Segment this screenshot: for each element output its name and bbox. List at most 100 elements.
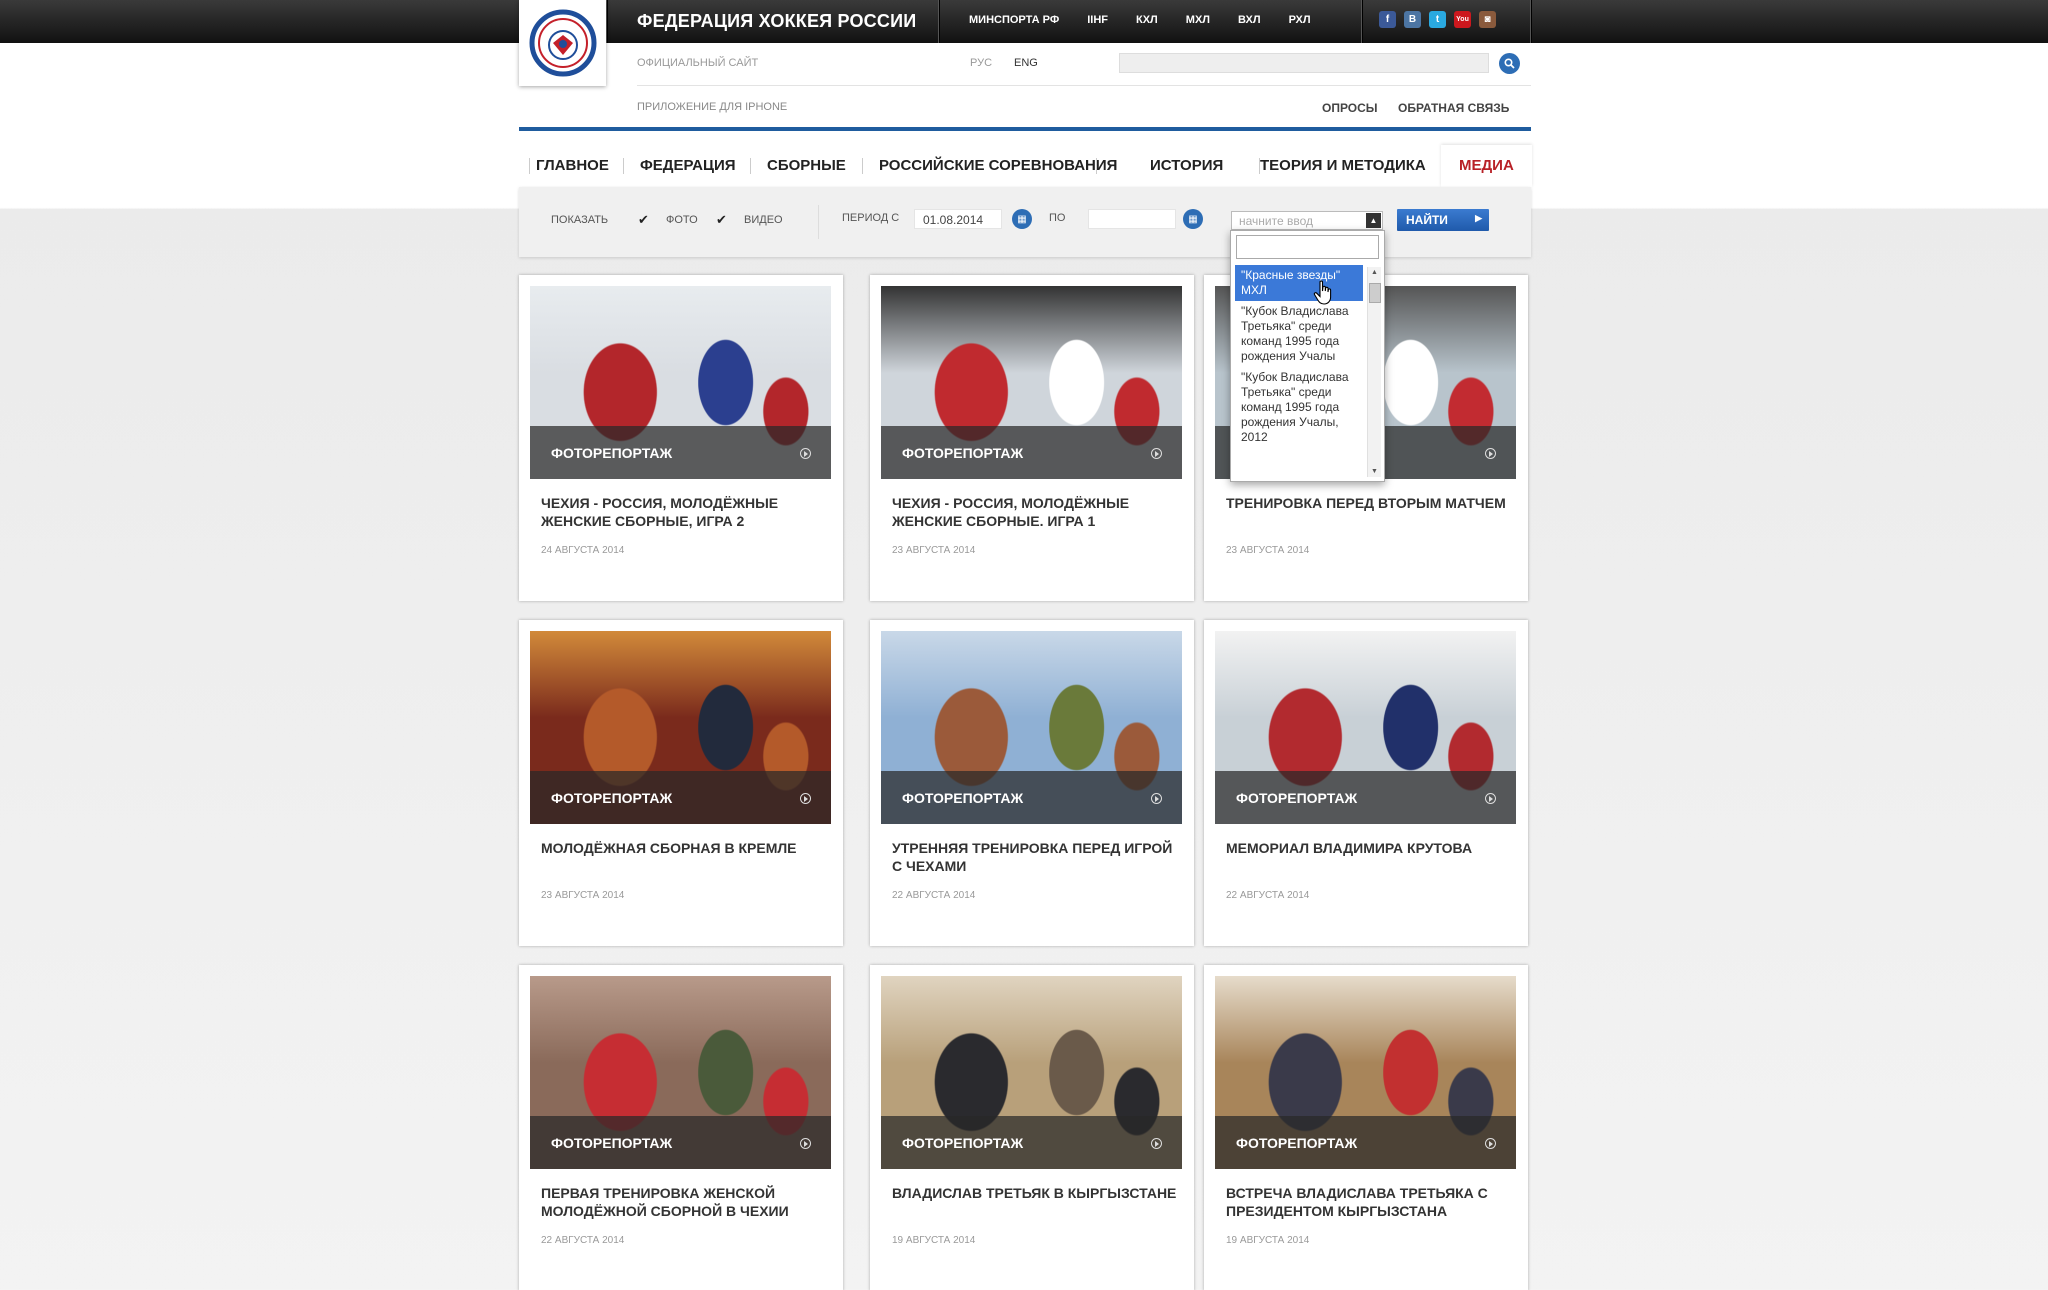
media-card[interactable]: ФОТОРЕПОРТАЖ УТРЕННЯЯ ТРЕНИРОВКА ПЕРЕД И… (870, 620, 1194, 946)
card-title[interactable]: МОЛОДЁЖНАЯ СБОРНАЯ В КРЕМЛЕ (541, 839, 826, 857)
instagram-icon[interactable]: ◙ (1479, 11, 1496, 28)
play-icon[interactable] (1485, 793, 1496, 804)
dropdown-search-input[interactable] (1236, 235, 1379, 259)
search-input[interactable] (1119, 53, 1489, 73)
card-title[interactable]: ПЕРВАЯ ТРЕНИРОВКА ЖЕНСКОЙ МОЛОДЁЖНОЙ СБО… (541, 1184, 826, 1220)
league-link-vhl[interactable]: ВХЛ (1238, 14, 1261, 26)
media-card[interactable]: ФОТОРЕПОРТАЖ ВЛАДИСЛАВ ТРЕТЬЯК В КЫРГЫЗС… (870, 965, 1194, 1290)
card-date: 23 АВГУСТА 2014 (892, 545, 976, 556)
youtube-icon[interactable]: You (1454, 11, 1471, 28)
official-site-label: ОФИЦИАЛЬНЫЙ САЙТ (637, 57, 759, 69)
card-title[interactable]: ТРЕНИРОВКА ПЕРЕД ВТОРЫМ МАТЧЕМ (1226, 494, 1511, 512)
league-link-rhl[interactable]: РХЛ (1289, 14, 1311, 26)
lang-ru-link[interactable]: РУС (970, 57, 992, 69)
dropdown-option[interactable]: "Кубок Владислава Третьяка" среди команд… (1235, 301, 1363, 367)
twitter-icon[interactable]: t (1429, 11, 1446, 28)
photo-caption-bar: ФОТОРЕПОРТАЖ (881, 426, 1182, 479)
dropdown-option[interactable]: "Кубок Владислава Третьяка" среди команд… (1235, 367, 1363, 448)
media-card[interactable]: ФОТОРЕПОРТАЖ ВСТРЕЧА ВЛАДИСЛАВА ТРЕТЬЯКА… (1204, 965, 1528, 1290)
card-title[interactable]: УТРЕННЯЯ ТРЕНИРОВКА ПЕРЕД ИГРОЙ С ЧЕХАМИ (892, 839, 1177, 875)
photo-caption-bar: ФОТОРЕПОРТАЖ (881, 771, 1182, 824)
card-photo[interactable]: ФОТОРЕПОРТАЖ (881, 631, 1182, 824)
play-icon[interactable] (1151, 448, 1162, 459)
nav-item-history[interactable]: ИСТОРИЯ (1150, 145, 1223, 187)
card-title[interactable]: ЧЕХИЯ - РОССИЯ, МОЛОДЁЖНЫЕ ЖЕНСКИЕ СБОРН… (892, 494, 1177, 530)
play-icon[interactable] (1485, 448, 1496, 459)
photo-report-label: ФОТОРЕПОРТАЖ (1236, 790, 1358, 806)
find-button[interactable]: НАЙТИ ▶ (1397, 209, 1489, 231)
photo-label[interactable]: ФОТО (666, 214, 698, 226)
period-from-label: ПЕРИОД С (842, 212, 900, 224)
scroll-up-icon[interactable]: ▲ (1371, 269, 1378, 276)
media-card[interactable]: ФОТОРЕПОРТАЖ МЕМОРИАЛ ВЛАДИМИРА КРУТОВА … (1204, 620, 1528, 946)
play-icon[interactable] (800, 1138, 811, 1149)
dropdown-option[interactable]: "Красные звезды" МХЛ (1235, 265, 1363, 301)
nav-item-teams[interactable]: СБОРНЫЕ (767, 145, 846, 187)
photo-report-label: ФОТОРЕПОРТАЖ (902, 445, 1024, 461)
feedback-link[interactable]: ОБРАТНАЯ СВЯЗЬ (1398, 101, 1509, 115)
chevron-up-icon[interactable]: ▲ (1366, 213, 1381, 228)
divider (1096, 158, 1097, 174)
league-link-minsport[interactable]: МИНСПОРТА РФ (969, 14, 1059, 26)
league-link-khl[interactable]: КХЛ (1136, 14, 1158, 26)
media-card[interactable]: ФОТОРЕПОРТАЖ ЧЕХИЯ - РОССИЯ, МОЛОДЁЖНЫЕ … (519, 275, 843, 601)
video-checkbox[interactable]: ✔ (716, 212, 727, 228)
photo-caption-bar: ФОТОРЕПОРТАЖ (1215, 771, 1516, 824)
play-icon[interactable] (1485, 1138, 1496, 1149)
play-icon[interactable] (1151, 1138, 1162, 1149)
card-title[interactable]: МЕМОРИАЛ ВЛАДИМИРА КРУТОВА (1226, 839, 1511, 857)
polls-link[interactable]: ОПРОСЫ (1322, 101, 1378, 115)
page-wrapper: ФЕДЕРАЦИЯ ХОККЕЯ РОССИИ МИНСПОРТА РФ IIH… (519, 0, 1532, 1290)
search-button[interactable] (1499, 53, 1520, 74)
event-dropdown[interactable]: "Красные звезды" МХЛ "Кубок Владислава Т… (1230, 230, 1385, 482)
divider (1530, 0, 1531, 43)
nav-item-theory[interactable]: ТЕОРИЯ И МЕТОДИКА (1260, 145, 1426, 187)
card-photo[interactable]: ФОТОРЕПОРТАЖ (1215, 976, 1516, 1169)
card-photo[interactable]: ФОТОРЕПОРТАЖ (530, 286, 831, 479)
nav-item-federation[interactable]: ФЕДЕРАЦИЯ (640, 145, 736, 187)
event-select[interactable]: начните ввод ▲ (1231, 211, 1383, 230)
card-title[interactable]: ВЛАДИСЛАВ ТРЕТЬЯК В КЫРГЫЗСТАНЕ (892, 1184, 1177, 1202)
media-card[interactable]: ФОТОРЕПОРТАЖ ЧЕХИЯ - РОССИЯ, МОЛОДЁЖНЫЕ … (870, 275, 1194, 601)
card-title[interactable]: ВСТРЕЧА ВЛАДИСЛАВА ТРЕТЬЯКА С ПРЕЗИДЕНТО… (1226, 1184, 1511, 1220)
media-card[interactable]: ФОТОРЕПОРТАЖ ПЕРВАЯ ТРЕНИРОВКА ЖЕНСКОЙ М… (519, 965, 843, 1290)
nav-item-competitions[interactable]: РОССИЙСКИЕ СОРЕВНОВАНИЯ (879, 145, 1117, 187)
lang-en-link[interactable]: ENG (1014, 57, 1038, 69)
card-photo[interactable]: ФОТОРЕПОРТАЖ (1215, 631, 1516, 824)
nav-item-main[interactable]: ГЛАВНОЕ (536, 145, 609, 187)
date-to-input[interactable] (1088, 209, 1176, 229)
league-link-iihf[interactable]: IIHF (1087, 14, 1108, 26)
play-icon[interactable] (800, 793, 811, 804)
card-title[interactable]: ЧЕХИЯ - РОССИЯ, МОЛОДЁЖНЫЕ ЖЕНСКИЕ СБОРН… (541, 494, 826, 530)
calendar-icon[interactable]: ▦ (1183, 209, 1203, 229)
accent-line (519, 127, 1531, 131)
card-photo[interactable]: ФОТОРЕПОРТАЖ (530, 976, 831, 1169)
calendar-icon[interactable]: ▦ (1012, 209, 1032, 229)
date-from-input[interactable]: 01.08.2014 (914, 209, 1002, 229)
photo-caption-bar: ФОТОРЕПОРТАЖ (530, 771, 831, 824)
card-date: 19 АВГУСТА 2014 (1226, 1235, 1310, 1246)
scroll-down-icon[interactable]: ▼ (1371, 468, 1378, 475)
social-links: f Bt You ◙ (1379, 11, 1496, 28)
play-icon[interactable] (800, 448, 811, 459)
card-photo[interactable]: ФОТОРЕПОРТАЖ (881, 976, 1182, 1169)
nav-item-media[interactable]: МЕДИА (1441, 145, 1532, 187)
card-photo[interactable]: ФОТОРЕПОРТАЖ (881, 286, 1182, 479)
league-link-mhl[interactable]: МХЛ (1186, 14, 1210, 26)
iphone-app-link[interactable]: ПРИЛОЖЕНИЕ ДЛЯ IPHONE (637, 101, 787, 113)
logo[interactable] (519, 0, 606, 86)
card-photo[interactable]: ФОТОРЕПОРТАЖ (530, 631, 831, 824)
card-date: 22 АВГУСТА 2014 (541, 1235, 625, 1246)
dropdown-scrollbar[interactable]: ▲ ▼ (1367, 267, 1381, 477)
video-label[interactable]: ВИДЕО (744, 214, 783, 226)
divider (818, 205, 819, 239)
card-date: 23 АВГУСТА 2014 (541, 890, 625, 901)
media-card[interactable]: ФОТОРЕПОРТАЖ МОЛОДЁЖНАЯ СБОРНАЯ В КРЕМЛЕ… (519, 620, 843, 946)
play-icon[interactable] (1151, 793, 1162, 804)
photo-report-label: ФОТОРЕПОРТАЖ (551, 1135, 673, 1151)
photo-checkbox[interactable]: ✔ (638, 212, 649, 228)
site-title[interactable]: ФЕДЕРАЦИЯ ХОККЕЯ РОССИИ (637, 11, 916, 32)
facebook-icon[interactable]: f (1379, 11, 1396, 28)
scroll-thumb[interactable] (1369, 283, 1381, 303)
vkontakte-icon[interactable]: B (1404, 11, 1421, 28)
